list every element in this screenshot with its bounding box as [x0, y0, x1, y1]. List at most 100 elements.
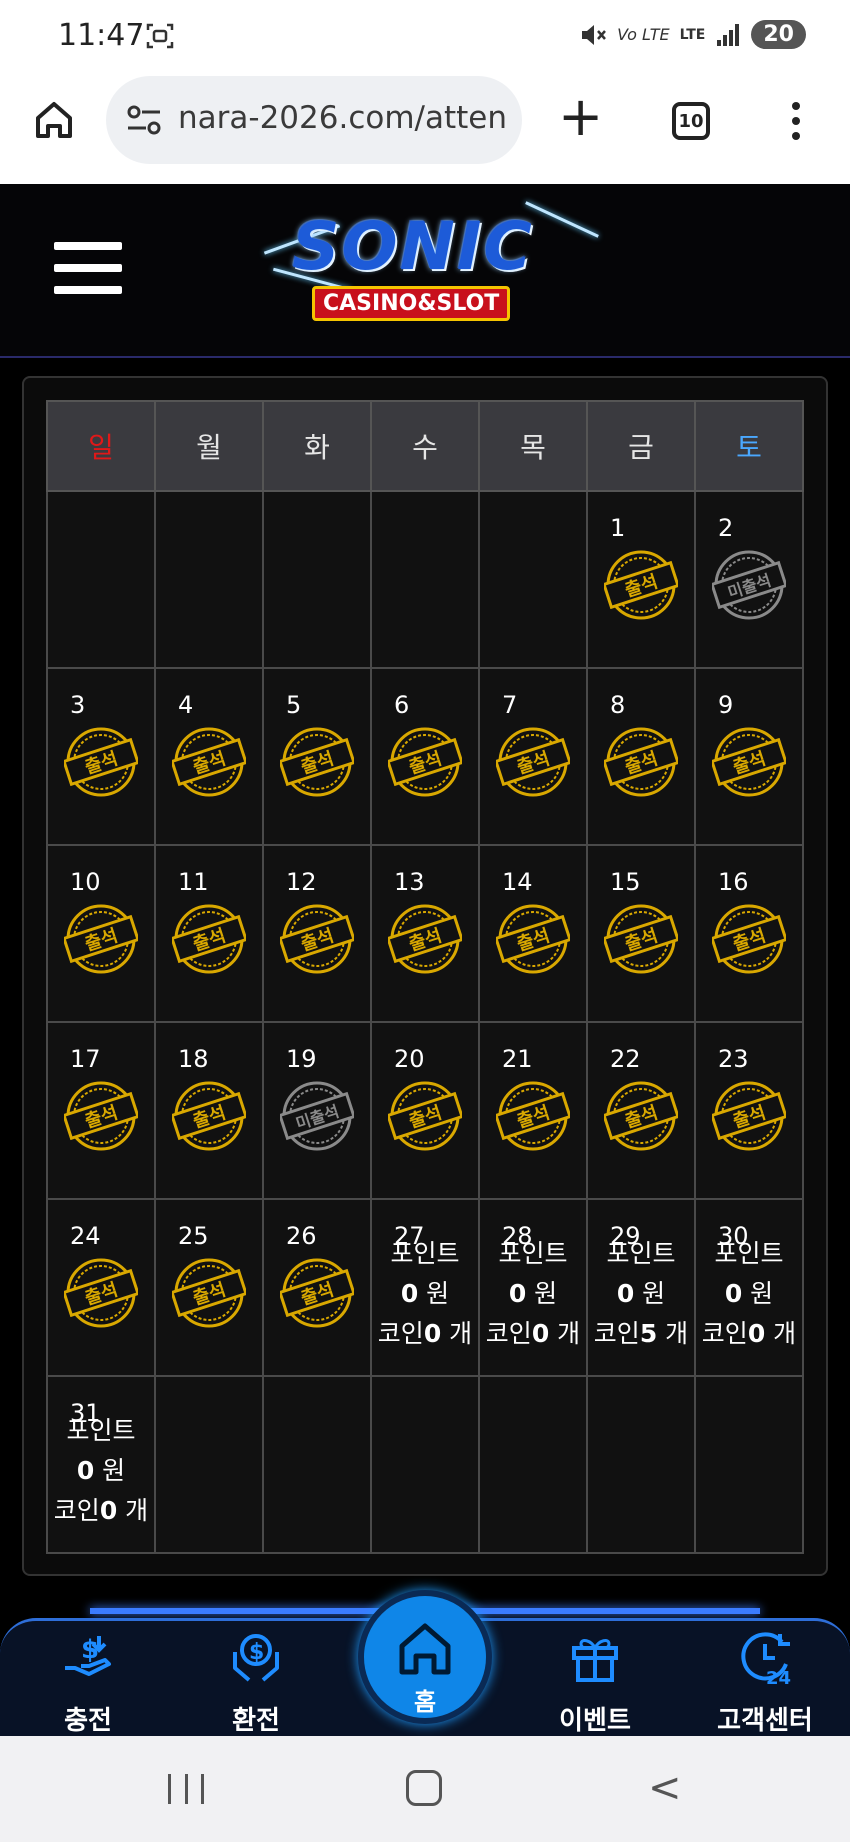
calendar-day-cell[interactable]: 7 출석 — [478, 667, 588, 846]
status-time: 11:47 — [58, 18, 145, 53]
mute-icon — [582, 24, 607, 45]
back-icon[interactable]: < — [648, 1768, 682, 1808]
won-unit: 원 — [642, 1279, 666, 1308]
coin-label: 코인 — [593, 1319, 640, 1348]
nav-home-label: 홈 — [413, 1688, 437, 1716]
day-reward-info: 포인트 0 원 코인0 개 — [372, 1234, 478, 1354]
calendar-day-cell[interactable]: 12 출석 — [262, 844, 372, 1023]
calendar-empty-cell — [586, 1375, 696, 1554]
hamburger-menu-icon[interactable] — [54, 242, 122, 302]
calendar-day-cell[interactable]: 18 출석 — [154, 1021, 264, 1200]
calendar-day-cell[interactable]: 21 출석 — [478, 1021, 588, 1200]
overflow-menu-icon[interactable] — [790, 102, 802, 142]
day-number: 18 — [178, 1045, 209, 1073]
point-label: 포인트 — [606, 1239, 676, 1268]
calendar-day-cell[interactable]: 3 출석 — [46, 667, 156, 846]
day-number: 3 — [70, 691, 86, 719]
attended-stamp-icon: 출석 — [172, 904, 246, 974]
attended-stamp-icon: 출석 — [388, 727, 462, 797]
attended-stamp-icon: 출석 — [64, 727, 138, 797]
calendar-empty-cell — [694, 1375, 804, 1554]
recent-apps-icon[interactable] — [168, 1774, 204, 1804]
site-settings-icon[interactable] — [126, 104, 162, 136]
calendar-day-cell[interactable]: 5 출석 — [262, 667, 372, 846]
weekday-label: 토 — [694, 400, 804, 492]
coin-value: 0 — [423, 1319, 442, 1348]
calendar-day-cell[interactable]: 27 포인트 0 원 코인0 개 — [370, 1198, 480, 1377]
day-number: 19 — [286, 1045, 317, 1073]
day-number: 2 — [718, 514, 734, 542]
calendar-day-cell[interactable]: 20 출석 — [370, 1021, 480, 1200]
coin-value: 0 — [747, 1319, 766, 1348]
calendar-day-cell[interactable]: 16 출석 — [694, 844, 804, 1023]
calendar-day-cell[interactable]: 9 출석 — [694, 667, 804, 846]
calendar-day-cell[interactable]: 10 출석 — [46, 844, 156, 1023]
day-number: 26 — [286, 1222, 317, 1250]
support-24h-icon: 24 — [741, 1632, 791, 1689]
calendar-day-cell[interactable]: 15 출석 — [586, 844, 696, 1023]
calendar-day-cell[interactable]: 2 미출석 — [694, 490, 804, 669]
calendar-day-cell[interactable]: 31 포인트 0 원 코인0 개 — [46, 1375, 156, 1554]
weekday-label: 화 — [262, 400, 372, 492]
day-reward-info: 포인트 0 원 코인0 개 — [48, 1411, 154, 1531]
day-number: 24 — [70, 1222, 101, 1250]
weekday-label: 금 — [586, 400, 696, 492]
calendar-day-cell[interactable]: 29 포인트 0 원 코인5 개 — [586, 1198, 696, 1377]
attended-stamp-icon: 출석 — [604, 550, 678, 620]
nav-support[interactable]: 24 고객센터 — [695, 1628, 835, 1737]
nav-event-label: 이벤트 — [559, 1706, 631, 1736]
calendar-day-cell[interactable]: 28 포인트 0 원 코인0 개 — [478, 1198, 588, 1377]
day-number: 5 — [286, 691, 302, 719]
weekday-label: 월 — [154, 400, 264, 492]
weekday-label: 목 — [478, 400, 588, 492]
point-label: 포인트 — [714, 1239, 784, 1268]
day-number: 21 — [502, 1045, 533, 1073]
coin-value: 5 — [639, 1319, 658, 1348]
point-value: 0 — [76, 1456, 95, 1485]
system-navigation-bar: < — [0, 1736, 850, 1842]
day-reward-info: 포인트 0 원 코인5 개 — [588, 1234, 694, 1354]
calendar-day-cell[interactable]: 23 출석 — [694, 1021, 804, 1200]
attended-stamp-icon: 출석 — [496, 727, 570, 797]
nav-deposit[interactable]: $ 충전 — [18, 1628, 158, 1737]
nav-event[interactable]: 이벤트 — [525, 1628, 665, 1737]
calendar-day-cell[interactable]: 17 출석 — [46, 1021, 156, 1200]
calendar-week-row: 3 출석 4 출석 5 출석 6 출석 7 출석 8 출석 9 출석 — [46, 667, 804, 846]
calendar-day-cell[interactable]: 30 포인트 0 원 코인0 개 — [694, 1198, 804, 1377]
nav-withdraw-label: 환전 — [232, 1706, 280, 1736]
day-number: 20 — [394, 1045, 425, 1073]
site-header: SONIC CASINO&SLOT — [0, 184, 850, 358]
calendar-day-cell[interactable]: 22 출석 — [586, 1021, 696, 1200]
calendar-day-cell[interactable]: 19 미출석 — [262, 1021, 372, 1200]
calendar-day-cell[interactable]: 6 출석 — [370, 667, 480, 846]
attended-stamp-icon: 출석 — [496, 904, 570, 974]
calendar-day-cell[interactable]: 26 출석 — [262, 1198, 372, 1377]
coin-label: 코인 — [53, 1496, 100, 1525]
point-label: 포인트 — [66, 1416, 136, 1445]
calendar-day-cell[interactable]: 8 출석 — [586, 667, 696, 846]
coin-unit: 개 — [449, 1319, 473, 1348]
calendar-day-cell[interactable]: 25 출석 — [154, 1198, 264, 1377]
attendance-calendar: 일월화수목금토 1 출석 2 미출석 3 출석 4 출석 5 출석 6 출석 7 출석 8 출석 9 출석 10 출석… — [46, 400, 804, 1554]
calendar-day-cell[interactable]: 1 출석 — [586, 490, 696, 669]
tab-switcher-button[interactable]: 10 — [672, 102, 710, 140]
address-bar[interactable]: nara-2026.com/atten — [106, 76, 522, 164]
won-unit: 원 — [426, 1279, 450, 1308]
calendar-empty-cell — [478, 1375, 588, 1554]
nav-withdraw[interactable]: $ 환전 — [186, 1628, 326, 1737]
system-home-icon[interactable] — [406, 1770, 442, 1806]
point-value: 0 — [616, 1279, 635, 1308]
site-logo[interactable]: SONIC CASINO&SLOT — [262, 201, 599, 328]
calendar-day-cell[interactable]: 14 출석 — [478, 844, 588, 1023]
calendar-day-cell[interactable]: 11 출석 — [154, 844, 264, 1023]
nav-home[interactable]: 홈 — [358, 1590, 492, 1724]
calendar-day-cell[interactable]: 13 출석 — [370, 844, 480, 1023]
point-value: 0 — [508, 1279, 527, 1308]
attended-stamp-icon: 출석 — [604, 1081, 678, 1151]
new-tab-icon[interactable]: + — [558, 90, 603, 144]
battery-level: 20 — [751, 20, 806, 49]
calendar-day-cell[interactable]: 24 출석 — [46, 1198, 156, 1377]
status-bar: 11:47 Vo LTE LTE 20 — [0, 0, 850, 76]
calendar-day-cell[interactable]: 4 출석 — [154, 667, 264, 846]
browser-home-icon[interactable] — [32, 98, 76, 142]
